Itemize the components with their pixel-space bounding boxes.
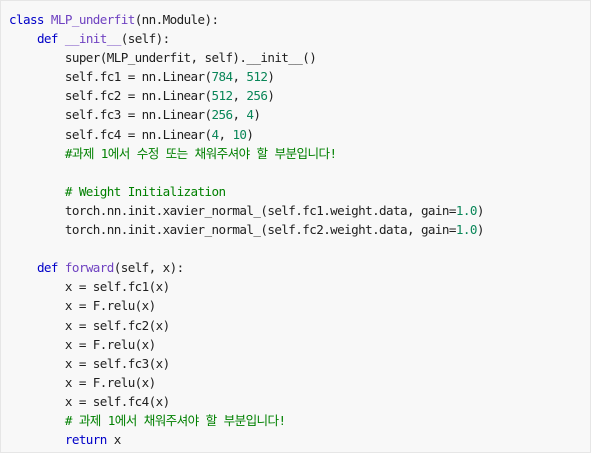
code-token: ) xyxy=(246,126,254,142)
keyword-token: def xyxy=(36,260,59,276)
code-line: class MLP_underfit(nn.Module): xyxy=(1,10,590,29)
code-token: (self, x): xyxy=(113,260,184,276)
comment-token: # Weight Initialization xyxy=(64,183,226,199)
comment-token: # 과제 1에서 채워주셔야 할 부분입니다! xyxy=(64,412,286,428)
code-line: x = self.fc2(x) xyxy=(1,316,590,335)
code-line: def forward(self, x): xyxy=(1,258,590,277)
comment-token: #과제 1에서 수정 또는 채워주셔야 할 부분입니다! xyxy=(64,145,337,161)
keyword-token: def xyxy=(36,31,59,47)
function-name-token: __init__ xyxy=(64,31,121,47)
code-token: ) xyxy=(253,107,261,123)
code-line: super(MLP_underfit, self).__init__() xyxy=(1,48,590,67)
number-token: 512 xyxy=(211,88,233,104)
code-line: x = F.relu(x) xyxy=(1,296,590,315)
code-token: self.fc3 = nn.Linear( xyxy=(9,107,212,123)
code-token: x = self.fc1(x) xyxy=(9,279,170,295)
code-token: torch.nn.init.xavier_normal_(self.fc2.we… xyxy=(9,222,457,238)
code-line: x = F.relu(x) xyxy=(1,335,590,354)
code-token: x xyxy=(106,432,122,448)
code-token: x = self.fc2(x) xyxy=(9,317,170,333)
code-token: x = self.fc3(x) xyxy=(9,355,170,371)
code-token: ) xyxy=(267,69,275,85)
number-token: 1.0 xyxy=(455,202,478,218)
code-line: self.fc3 = nn.Linear(256, 4) xyxy=(1,105,590,124)
code-token: x = self.fc4(x) xyxy=(9,393,170,409)
code-line: # Weight Initialization xyxy=(1,182,590,201)
code-line: torch.nn.init.xavier_normal_(self.fc2.we… xyxy=(1,220,590,239)
code-line: x = F.relu(x) xyxy=(1,373,590,392)
code-block[interactable]: class MLP_underfit(nn.Module): def __ini… xyxy=(0,0,591,453)
code-token: ) xyxy=(476,202,485,218)
code-lines: class MLP_underfit(nn.Module): def __ini… xyxy=(1,10,590,449)
code-line: self.fc4 = nn.Linear(4, 10) xyxy=(1,125,590,144)
code-token: self.fc2 = nn.Linear( xyxy=(9,88,212,104)
code-line: self.fc2 = nn.Linear(512, 256) xyxy=(1,86,590,105)
code-token: , xyxy=(218,126,233,142)
code-line: # 과제 1에서 채워주셔야 할 부분입니다! xyxy=(1,411,590,430)
function-name-token: forward xyxy=(64,260,114,276)
code-token: super(MLP_underfit, self).__init__() xyxy=(9,50,317,66)
number-token: 256 xyxy=(211,107,233,123)
code-token: , xyxy=(232,88,247,104)
code-token: self.fc4 = nn.Linear( xyxy=(9,126,212,142)
code-token: (self): xyxy=(120,31,170,47)
keyword-token: class xyxy=(9,12,45,27)
number-token: 784 xyxy=(211,69,233,85)
code-line: x = self.fc1(x) xyxy=(1,277,590,296)
code-token: , xyxy=(232,107,247,123)
code-token: x = F.relu(x) xyxy=(9,336,156,352)
code-token: x = F.relu(x) xyxy=(9,374,156,390)
number-token: 512 xyxy=(246,69,268,85)
code-token: ) xyxy=(267,88,275,104)
code-line: return x xyxy=(1,430,590,449)
code-token: , xyxy=(232,69,247,85)
number-token: 1.0 xyxy=(455,222,478,238)
code-token: x = F.relu(x) xyxy=(9,298,156,314)
code-line: x = self.fc3(x) xyxy=(1,354,590,373)
code-line: def __init__(self): xyxy=(1,29,590,48)
code-token: ) xyxy=(476,222,485,238)
code-token: torch.nn.init.xavier_normal_(self.fc1.we… xyxy=(9,202,457,218)
code-line: torch.nn.init.xavier_normal_(self.fc1.we… xyxy=(1,201,590,220)
number-token: 256 xyxy=(246,88,268,104)
code-token: self.fc1 = nn.Linear( xyxy=(9,69,212,85)
code-line: #과제 1에서 수정 또는 채워주셔야 할 부분입니다! xyxy=(1,144,590,163)
code-token: (nn.Module): xyxy=(134,12,219,27)
keyword-token: return xyxy=(64,432,108,448)
number-token: 10 xyxy=(232,126,247,142)
code-line: x = self.fc4(x) xyxy=(1,392,590,411)
code-line: self.fc1 = nn.Linear(784, 512) xyxy=(1,67,590,86)
class-name-token: MLP_underfit xyxy=(50,12,135,27)
